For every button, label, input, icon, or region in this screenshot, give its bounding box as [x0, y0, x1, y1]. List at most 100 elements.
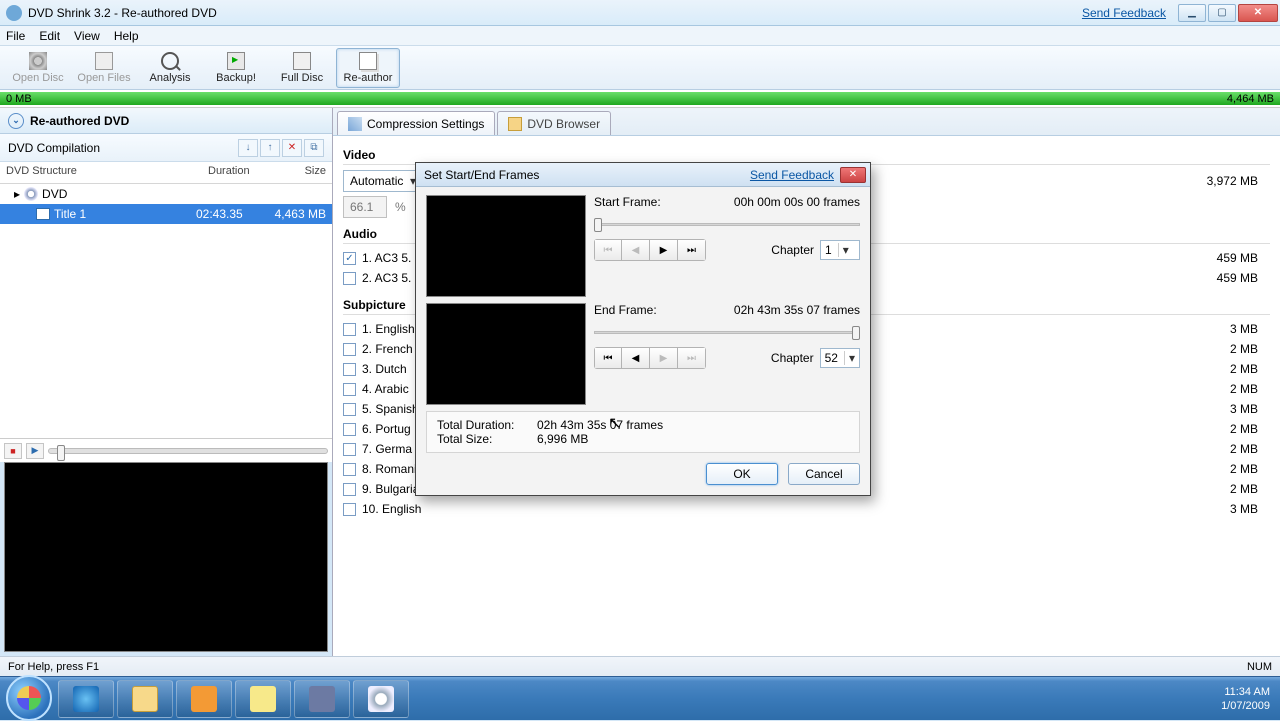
backup-icon — [227, 52, 245, 70]
total-duration-value: 02h 43m 35s 07 frames — [537, 418, 663, 432]
preview-slider[interactable] — [48, 448, 328, 454]
open-files-button[interactable]: Open Files — [72, 48, 136, 88]
task-ie[interactable] — [58, 680, 114, 718]
checkbox[interactable] — [343, 272, 356, 285]
sub-label: 7. Germa — [362, 442, 412, 456]
toolbar: Open Disc Open Files Analysis Backup! Fu… — [0, 46, 1280, 90]
tray-time: 11:34 AM — [1221, 685, 1270, 699]
total-size-label: Total Size: — [437, 432, 537, 446]
cancel-button[interactable]: Cancel — [788, 463, 860, 485]
start-chapter-select[interactable]: 1▾ — [820, 240, 860, 260]
checkbox[interactable] — [343, 323, 356, 336]
folder-icon — [132, 686, 158, 712]
dvd-tree[interactable]: ▸ DVD Title 1 02:43.35 4,463 MB — [0, 184, 332, 438]
subpicture-item[interactable]: 10. English3 MB — [343, 499, 1270, 519]
app-icon — [6, 5, 22, 21]
checkbox[interactable] — [343, 363, 356, 376]
menu-help[interactable]: Help — [114, 29, 139, 43]
tree-columns: DVD Structure Duration Size — [0, 162, 332, 184]
col-duration[interactable]: Duration — [202, 162, 272, 183]
start-frame-row: Start Frame:00h 00m 00s 00 frames ⏮ ◀ ▶ … — [426, 195, 860, 297]
start-next-button[interactable]: ▶ — [650, 239, 678, 261]
start-last-button[interactable]: ⏭ — [678, 239, 706, 261]
send-feedback-link[interactable]: Send Feedback — [1082, 6, 1166, 20]
checkbox[interactable] — [343, 463, 356, 476]
ok-button[interactable]: OK — [706, 463, 778, 485]
dialog-totals: Total Duration:02h 43m 35s 07 frames Tot… — [426, 411, 860, 453]
checkbox[interactable] — [343, 423, 356, 436]
window-close-button[interactable] — [1238, 4, 1278, 22]
audio-label: 2. AC3 5. — [362, 271, 411, 285]
end-last-button[interactable]: ⏭ — [678, 347, 706, 369]
start-first-button[interactable]: ⏮ — [594, 239, 622, 261]
video-mode-select[interactable]: Automatic▾ — [343, 170, 423, 192]
analysis-button[interactable]: Analysis — [138, 48, 202, 88]
end-first-button[interactable]: ⏮ — [594, 347, 622, 369]
tree-row-title1[interactable]: Title 1 02:43.35 4,463 MB — [0, 204, 332, 224]
reauthor-button[interactable]: Re-author — [336, 48, 400, 88]
tree-row-dvd[interactable]: ▸ DVD — [0, 184, 332, 204]
menu-view[interactable]: View — [74, 29, 100, 43]
dvdshrink-icon — [368, 686, 394, 712]
checkbox[interactable] — [343, 443, 356, 456]
task-dvdshrink[interactable] — [353, 680, 409, 718]
checkbox[interactable] — [343, 483, 356, 496]
start-frame-label: Start Frame: — [594, 195, 734, 209]
move-down-button[interactable]: ↓ — [238, 139, 258, 157]
end-chapter-select[interactable]: 52▾ — [820, 348, 860, 368]
end-frame-slider[interactable] — [594, 325, 860, 341]
dialog-feedback-link[interactable]: Send Feedback — [750, 168, 834, 182]
checkbox[interactable] — [343, 503, 356, 516]
start-frame-slider[interactable] — [594, 217, 860, 233]
left-pane: ⌄ Re-authored DVD DVD Compilation ↓ ↑ ✕ … — [0, 108, 333, 656]
checkbox[interactable] — [343, 252, 356, 265]
full-disc-button[interactable]: Full Disc — [270, 48, 334, 88]
sub-size: 2 MB — [1230, 422, 1258, 436]
checkbox[interactable] — [343, 343, 356, 356]
tab-compression[interactable]: Compression Settings — [337, 111, 495, 135]
end-frame-row: End Frame:02h 43m 35s 07 frames ⏮ ◀ ▶ ⏭ … — [426, 303, 860, 405]
checkbox[interactable] — [343, 383, 356, 396]
set-frames-dialog: Set Start/End Frames Send Feedback ✕ Sta… — [415, 162, 871, 496]
menu-edit[interactable]: Edit — [39, 29, 60, 43]
trim-button[interactable]: ⧉ — [304, 139, 324, 157]
backup-button[interactable]: Backup! — [204, 48, 268, 88]
sub-label: 1. English — [362, 322, 415, 336]
status-help: For Help, press F1 — [8, 661, 99, 673]
system-tray[interactable]: 11:34 AM 1/07/2009 — [1221, 685, 1274, 713]
video-pct-input: 66.1 — [343, 196, 387, 218]
media-icon — [191, 686, 217, 712]
checkbox[interactable] — [343, 403, 356, 416]
play-button[interactable]: ▶ — [26, 443, 44, 459]
task-app1[interactable] — [294, 680, 350, 718]
end-nav-buttons: ⏮ ◀ ▶ ⏭ — [594, 347, 706, 369]
delete-button[interactable]: ✕ — [282, 139, 302, 157]
start-prev-button[interactable]: ◀ — [622, 239, 650, 261]
stop-button[interactable]: ■ — [4, 443, 22, 459]
compilation-label: DVD Compilation — [8, 141, 236, 155]
status-num: NUM — [1247, 661, 1272, 673]
window-title: DVD Shrink 3.2 - Re-authored DVD — [28, 6, 1082, 20]
window-maximize-button[interactable] — [1208, 4, 1236, 22]
task-explorer[interactable] — [117, 680, 173, 718]
tab-dvd-browser[interactable]: DVD Browser — [497, 111, 611, 135]
collapse-icon[interactable]: ⌄ — [8, 113, 24, 129]
col-structure[interactable]: DVD Structure — [0, 162, 202, 183]
end-next-button[interactable]: ▶ — [650, 347, 678, 369]
move-up-button[interactable]: ↑ — [260, 139, 280, 157]
menu-file[interactable]: File — [6, 29, 25, 43]
col-size[interactable]: Size — [272, 162, 332, 183]
sub-size: 3 MB — [1230, 502, 1258, 516]
sub-size: 2 MB — [1230, 382, 1258, 396]
start-button[interactable] — [6, 675, 52, 721]
task-media[interactable] — [176, 680, 232, 718]
taskbar: 11:34 AM 1/07/2009 — [0, 676, 1280, 720]
window-minimize-button[interactable] — [1178, 4, 1206, 22]
end-prev-button[interactable]: ◀ — [622, 347, 650, 369]
open-disc-button[interactable]: Open Disc — [6, 48, 70, 88]
dialog-close-button[interactable]: ✕ — [840, 167, 866, 183]
chevron-down-icon: ▾ — [838, 243, 849, 257]
pct-symbol: % — [395, 200, 406, 214]
task-notes[interactable] — [235, 680, 291, 718]
audio-size: 459 MB — [1217, 251, 1258, 265]
